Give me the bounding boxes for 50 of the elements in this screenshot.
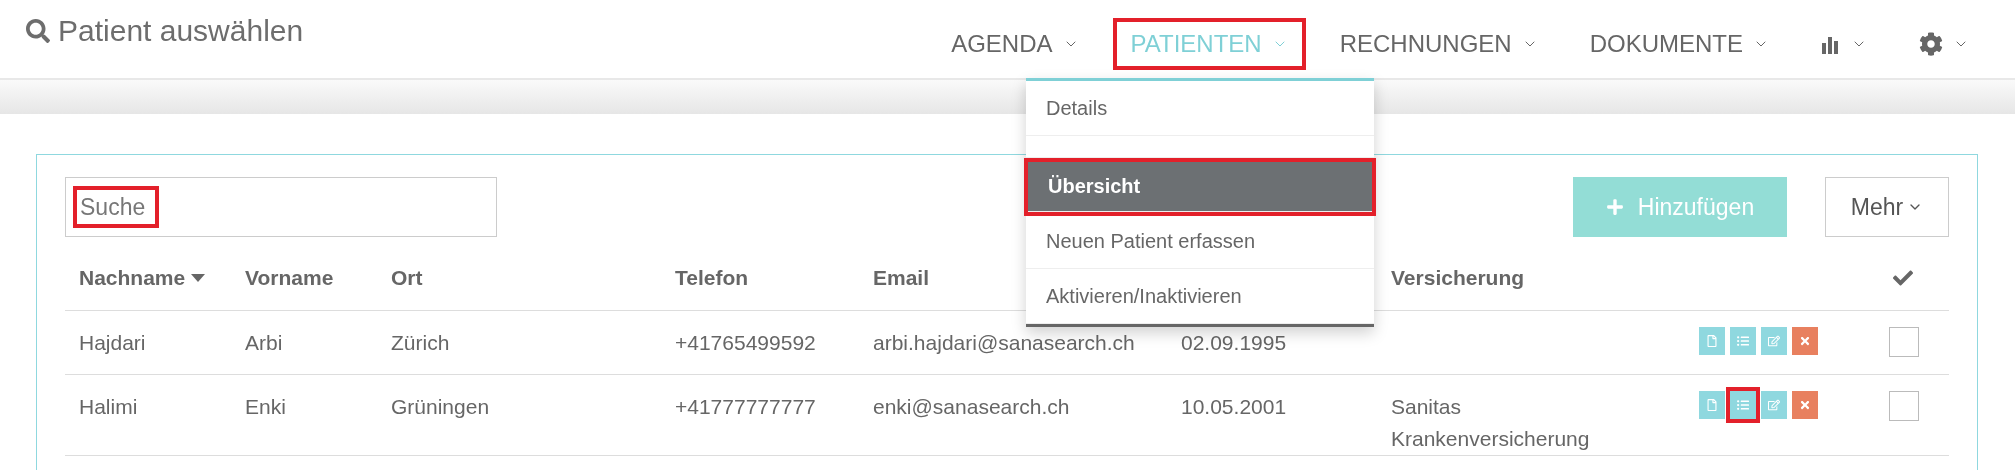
edit-icon — [1768, 335, 1780, 347]
document-icon — [1706, 399, 1718, 411]
table-cell: arbi.hajdari@sanasearch.ch — [873, 331, 1135, 354]
table-cell: 10.05.2001 — [1181, 395, 1287, 418]
list-icon — [1737, 399, 1749, 411]
column-header[interactable]: Telefon — [675, 265, 749, 290]
edit-button[interactable] — [1761, 391, 1787, 419]
table-cell: Halimi — [79, 395, 138, 418]
sort-caret-icon — [191, 273, 206, 282]
edit-button[interactable] — [1761, 327, 1787, 355]
nav-menu-item[interactable]: DOKUMENTE — [1575, 22, 1783, 66]
edit-icon — [1768, 399, 1780, 411]
settings-icon — [1919, 32, 1943, 56]
nav-menu-item[interactable]: AGENDA — [937, 22, 1093, 66]
search-field[interactable]: Suche — [65, 177, 497, 237]
table-cell: 02.09.1995 — [1181, 331, 1287, 354]
more-button[interactable]: Mehr — [1825, 177, 1949, 237]
list-button[interactable] — [1730, 327, 1756, 355]
delete-button[interactable] — [1792, 327, 1818, 355]
close-icon — [1799, 399, 1811, 411]
menu-item[interactable]: Aktivieren/Inaktivieren — [1026, 269, 1374, 324]
table-cell: Grüningen — [391, 395, 490, 418]
row-checkbox[interactable] — [1889, 391, 1919, 421]
table-cell: +41777777777 — [675, 395, 816, 418]
column-header[interactable]: Email — [873, 265, 930, 290]
page-title: Patient auswählen — [58, 14, 304, 48]
column-header[interactable]: Vorname — [245, 265, 334, 290]
document-button[interactable] — [1699, 391, 1725, 419]
document-button[interactable] — [1699, 327, 1725, 355]
search-icon — [26, 19, 50, 43]
table-cell: Hajdari — [79, 331, 146, 354]
menu-item[interactable]: Details — [1026, 81, 1374, 136]
row-checkbox[interactable] — [1889, 327, 1919, 357]
column-header[interactable]: Versicherung — [1391, 265, 1525, 290]
table-cell: +41765499592 — [675, 331, 816, 354]
close-icon — [1799, 335, 1811, 347]
bar-chart-icon — [1821, 34, 1841, 54]
nav-menu-item[interactable]: RECHNUNGEN — [1325, 22, 1552, 66]
list-icon — [1737, 335, 1749, 347]
table-cell: Enki — [245, 395, 286, 418]
column-header[interactable]: Nachname — [79, 265, 186, 290]
plus-icon — [1605, 198, 1624, 216]
document-icon — [1706, 335, 1718, 347]
table-cell: Sanitas Krankenversicherung — [1391, 395, 1590, 450]
table-cell: enki@sanasearch.ch — [873, 395, 1070, 418]
column-header[interactable]: Ort — [391, 265, 423, 290]
menu-item[interactable]: Neuen Patient erfassen — [1026, 214, 1374, 269]
table-cell: Zürich — [391, 331, 450, 354]
delete-button[interactable] — [1792, 391, 1818, 419]
table-cell: Arbi — [245, 331, 283, 354]
